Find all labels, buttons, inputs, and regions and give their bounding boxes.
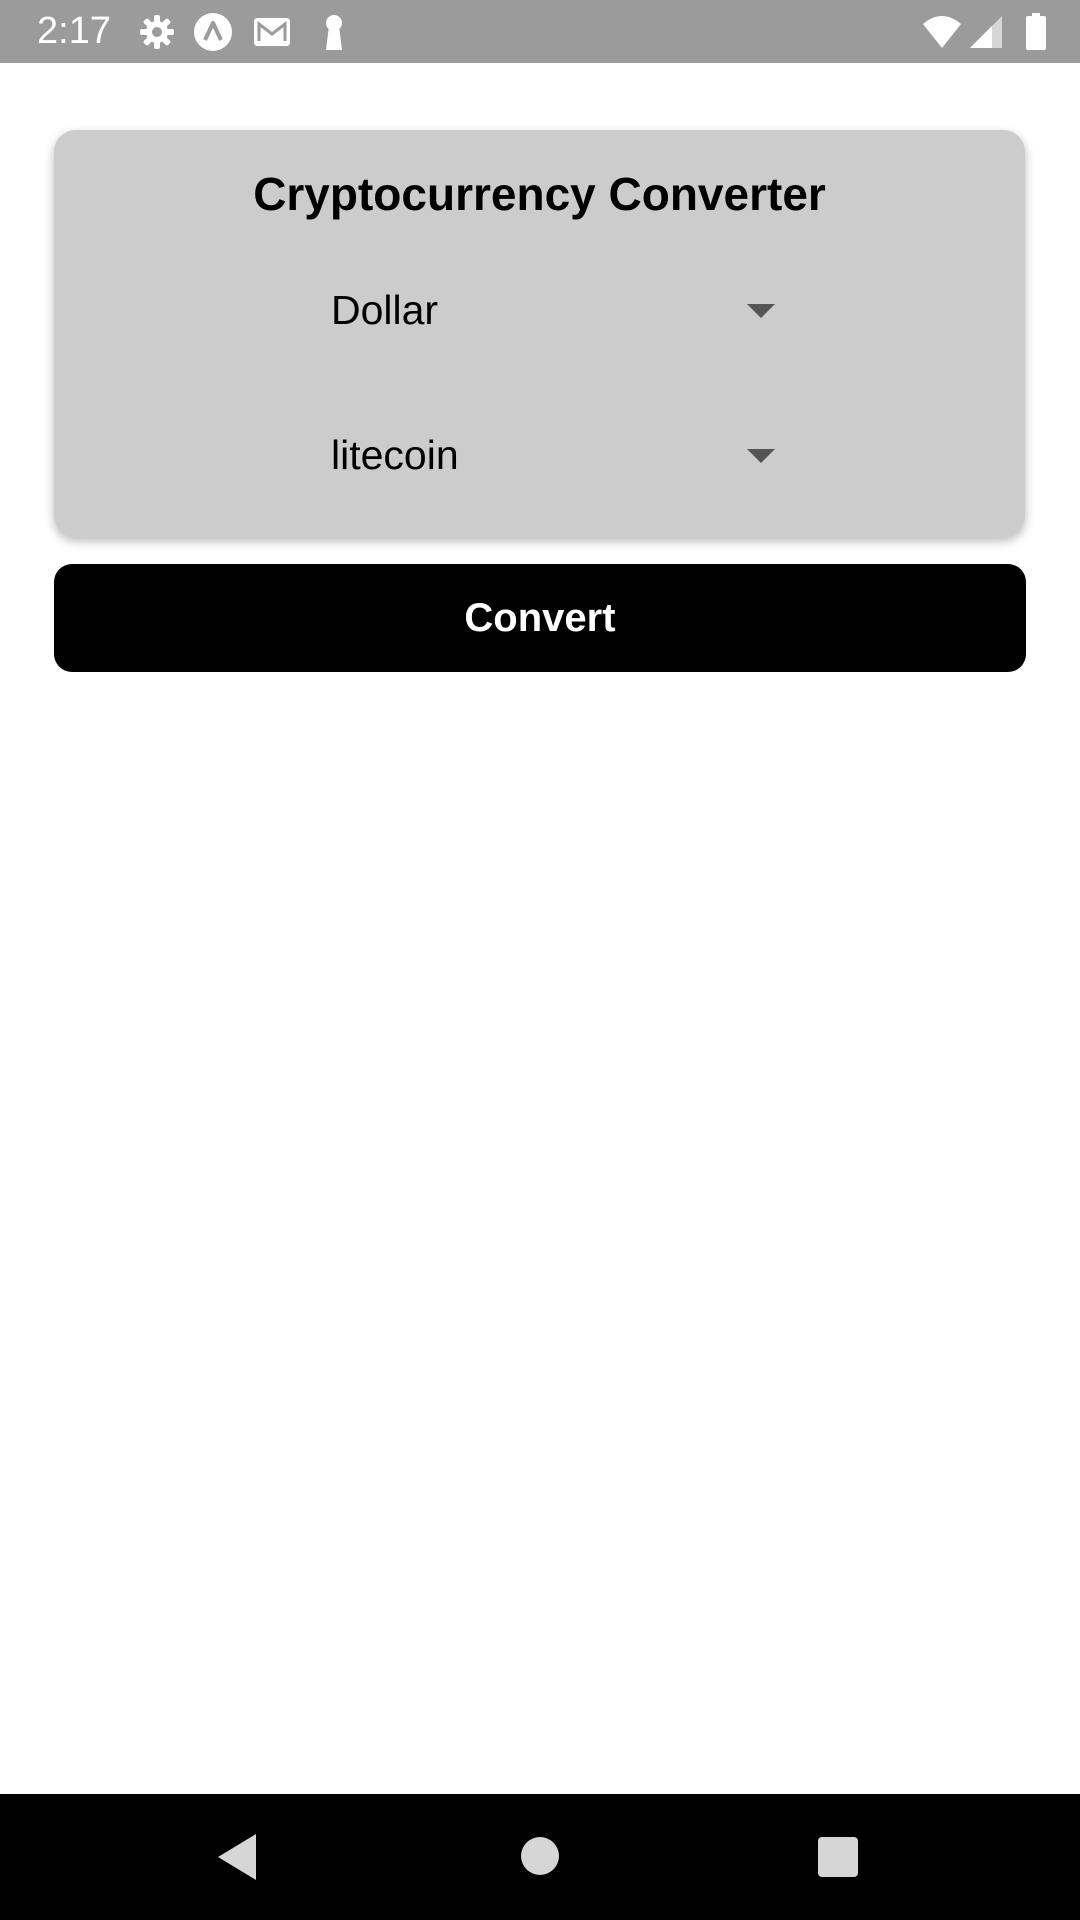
status-bar: 2:17 xyxy=(0,0,1080,63)
nav-bar xyxy=(0,1794,1080,1920)
convert-button[interactable]: Convert xyxy=(54,564,1026,672)
to-currency-value: litecoin xyxy=(331,432,459,478)
card-title: Cryptocurrency Converter xyxy=(253,168,826,220)
gmail-icon xyxy=(254,18,290,46)
dropdown-arrow-icon xyxy=(747,304,775,318)
wifi-icon xyxy=(923,16,961,48)
nav-app-icon xyxy=(194,13,232,51)
status-time: 2:17 xyxy=(37,10,111,52)
keyhole-icon xyxy=(326,15,342,50)
signal-icon xyxy=(970,16,1002,48)
from-currency-picker[interactable]: Dollar xyxy=(331,272,791,352)
to-currency-picker[interactable]: litecoin xyxy=(331,417,791,497)
gear-icon xyxy=(140,15,174,49)
recents-icon[interactable] xyxy=(818,1837,858,1877)
dropdown-arrow-icon xyxy=(747,449,775,463)
home-icon[interactable] xyxy=(521,1837,559,1875)
battery-icon xyxy=(1026,13,1046,50)
back-icon[interactable] xyxy=(218,1834,256,1880)
converter-card: Cryptocurrency Converter Dollar litecoin xyxy=(54,130,1025,537)
from-currency-value: Dollar xyxy=(331,287,439,333)
